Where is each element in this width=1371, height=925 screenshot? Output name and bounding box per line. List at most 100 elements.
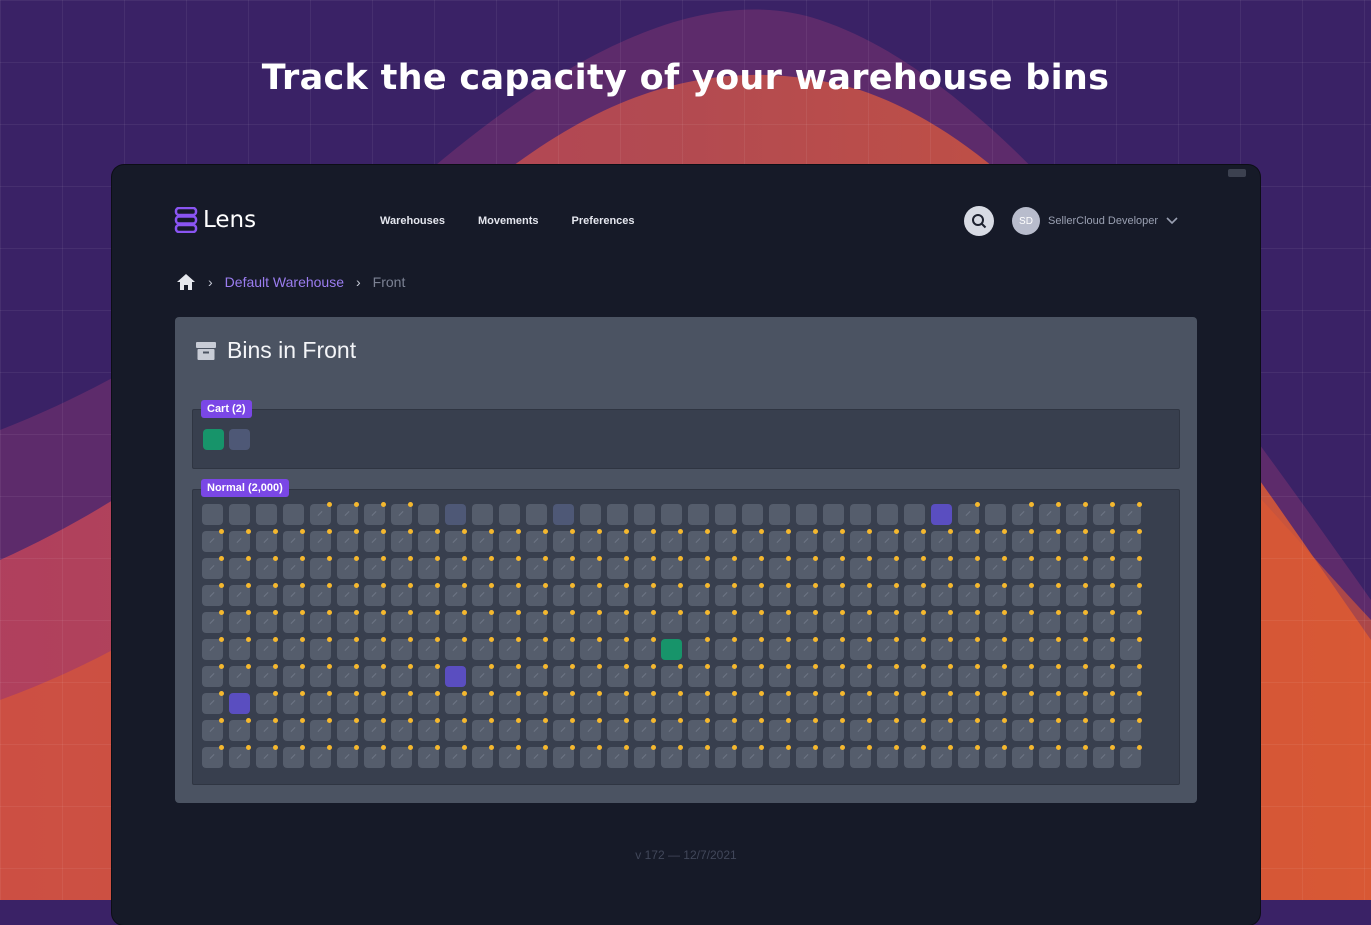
bin[interactable] — [661, 556, 683, 579]
bin[interactable] — [499, 529, 521, 552]
bin[interactable] — [850, 637, 872, 660]
bin[interactable] — [553, 718, 575, 741]
bin[interactable] — [310, 556, 332, 579]
nav-warehouses[interactable]: Warehouses — [380, 215, 445, 227]
bin[interactable] — [958, 583, 980, 606]
bin[interactable] — [607, 583, 629, 606]
bin[interactable] — [526, 610, 548, 633]
bin[interactable] — [796, 664, 818, 687]
bin[interactable] — [1120, 718, 1142, 741]
bin[interactable] — [1120, 610, 1142, 633]
bin[interactable] — [337, 691, 359, 714]
bin[interactable] — [715, 664, 737, 687]
bin[interactable] — [688, 718, 710, 741]
bin[interactable] — [904, 664, 926, 687]
bin[interactable] — [742, 718, 764, 741]
bin[interactable] — [742, 637, 764, 660]
bin[interactable] — [202, 504, 223, 525]
bin[interactable] — [688, 583, 710, 606]
bin[interactable] — [526, 504, 547, 525]
bin[interactable] — [229, 529, 251, 552]
bin[interactable] — [742, 691, 764, 714]
bin[interactable] — [661, 691, 683, 714]
bin[interactable] — [526, 556, 548, 579]
bin[interactable] — [769, 504, 790, 525]
bin[interactable] — [1012, 637, 1034, 660]
bin[interactable] — [958, 610, 980, 633]
bin[interactable] — [256, 664, 278, 687]
bin[interactable] — [877, 718, 899, 741]
bin[interactable] — [904, 637, 926, 660]
bin[interactable] — [904, 610, 926, 633]
bin[interactable] — [1066, 637, 1088, 660]
bin[interactable] — [526, 664, 548, 687]
bin[interactable] — [283, 504, 304, 525]
bin[interactable] — [850, 745, 872, 768]
bin[interactable] — [823, 718, 845, 741]
bin[interactable] — [769, 637, 791, 660]
bin[interactable] — [688, 745, 710, 768]
bin[interactable] — [283, 556, 305, 579]
bin[interactable] — [472, 664, 494, 687]
bin[interactable] — [715, 637, 737, 660]
bin[interactable] — [499, 691, 521, 714]
bin[interactable] — [1066, 610, 1088, 633]
bin[interactable] — [1039, 637, 1061, 660]
bin[interactable] — [958, 691, 980, 714]
bin[interactable] — [364, 664, 386, 687]
bin[interactable] — [553, 610, 575, 633]
bin[interactable] — [661, 745, 683, 768]
bin[interactable] — [1066, 502, 1088, 525]
bin[interactable] — [931, 745, 953, 768]
bin[interactable] — [1066, 529, 1088, 552]
bin[interactable] — [499, 610, 521, 633]
bin[interactable] — [472, 718, 494, 741]
bin[interactable] — [931, 583, 953, 606]
bin[interactable] — [715, 718, 737, 741]
bin[interactable] — [418, 529, 440, 552]
bin[interactable] — [391, 502, 413, 525]
bin[interactable] — [1120, 502, 1142, 525]
bin[interactable] — [985, 583, 1007, 606]
bin[interactable] — [1066, 664, 1088, 687]
bin[interactable] — [256, 718, 278, 741]
bin[interactable] — [499, 664, 521, 687]
bin[interactable] — [931, 637, 953, 660]
app-logo[interactable]: Lens — [174, 207, 256, 233]
bin[interactable] — [958, 556, 980, 579]
bin[interactable] — [418, 691, 440, 714]
bin[interactable] — [472, 529, 494, 552]
bin[interactable] — [931, 691, 953, 714]
bin[interactable] — [499, 718, 521, 741]
nav-movements[interactable]: Movements — [478, 215, 539, 227]
bin[interactable] — [742, 610, 764, 633]
bin[interactable] — [634, 745, 656, 768]
bin[interactable] — [391, 691, 413, 714]
user-menu[interactable]: SD SellerCloud Developer — [1012, 207, 1178, 235]
bin[interactable] — [823, 504, 844, 525]
bin[interactable] — [472, 637, 494, 660]
bin[interactable] — [310, 718, 332, 741]
bin[interactable] — [850, 691, 872, 714]
bin[interactable] — [229, 693, 250, 714]
bin[interactable] — [823, 583, 845, 606]
bin[interactable] — [958, 502, 980, 525]
bin[interactable] — [1120, 637, 1142, 660]
bin[interactable] — [634, 583, 656, 606]
bin[interactable] — [553, 664, 575, 687]
bin[interactable] — [472, 691, 494, 714]
bin[interactable] — [580, 745, 602, 768]
bin[interactable] — [742, 583, 764, 606]
bin[interactable] — [229, 556, 251, 579]
bin[interactable] — [877, 745, 899, 768]
bin[interactable] — [1012, 745, 1034, 768]
bin[interactable] — [364, 637, 386, 660]
bin[interactable] — [796, 691, 818, 714]
bin[interactable] — [364, 502, 386, 525]
bin[interactable] — [850, 504, 871, 525]
bin[interactable] — [607, 637, 629, 660]
bin[interactable] — [553, 691, 575, 714]
bin[interactable] — [418, 583, 440, 606]
bin[interactable] — [769, 610, 791, 633]
bin[interactable] — [418, 610, 440, 633]
